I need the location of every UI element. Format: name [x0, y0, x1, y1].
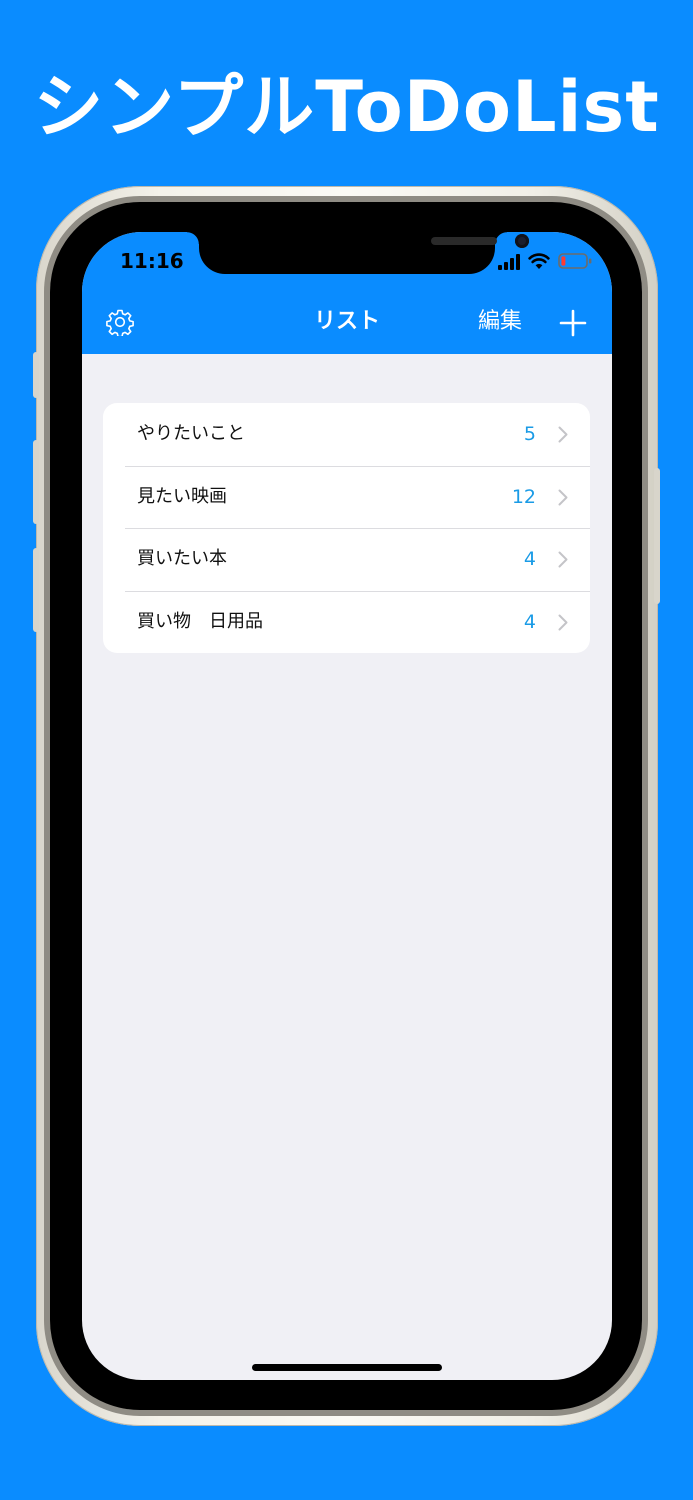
list-item[interactable]: やりたいこと 5	[103, 403, 590, 466]
list-item-label: 買い物 日用品	[137, 610, 263, 632]
chevron-right-icon	[558, 489, 568, 505]
cellular-signal-icon	[498, 254, 520, 270]
gear-icon[interactable]	[106, 308, 134, 336]
edit-button[interactable]: 編集	[478, 304, 522, 340]
list-item-count: 12	[511, 485, 536, 508]
list-item[interactable]: 買いたい本 4	[103, 528, 590, 591]
list-item-count: 4	[523, 610, 536, 633]
notch	[199, 232, 529, 274]
home-indicator[interactable]	[252, 1364, 442, 1371]
front-camera	[515, 234, 529, 248]
list-item[interactable]: 見たい映画 12	[103, 465, 590, 529]
phone-screen: 11:16 リスト 編集 やりたいこと 5 見たい映画 12 買いたい本 4 買…	[82, 232, 612, 1380]
list-item-count: 4	[523, 548, 536, 570]
chevron-right-icon	[558, 551, 568, 568]
plus-icon[interactable]	[558, 308, 588, 338]
chevron-right-icon	[558, 426, 568, 443]
battery-icon	[558, 253, 592, 269]
status-time: 11:16	[120, 249, 184, 273]
volume-up-button	[33, 440, 39, 524]
list-item-label: 買いたい本	[137, 548, 227, 569]
nav-title: リスト	[313, 309, 380, 334]
silent-switch	[33, 352, 39, 398]
power-button	[654, 468, 660, 604]
promo-title: シンプルToDoList	[33, 66, 660, 148]
chevron-right-icon	[558, 614, 568, 630]
list-item-label: やりたいこと	[137, 423, 245, 444]
list-item-label: 見たい映画	[137, 485, 227, 507]
wifi-icon	[528, 253, 550, 269]
notch-corner-left	[187, 232, 199, 244]
todo-list-card: やりたいこと 5 見たい映画 12 買いたい本 4 買い物 日用品 4	[103, 403, 590, 653]
list-item[interactable]: 買い物 日用品 4	[103, 590, 590, 654]
earpiece-speaker	[431, 237, 497, 245]
volume-down-button	[33, 548, 39, 632]
list-item-count: 5	[523, 423, 536, 445]
